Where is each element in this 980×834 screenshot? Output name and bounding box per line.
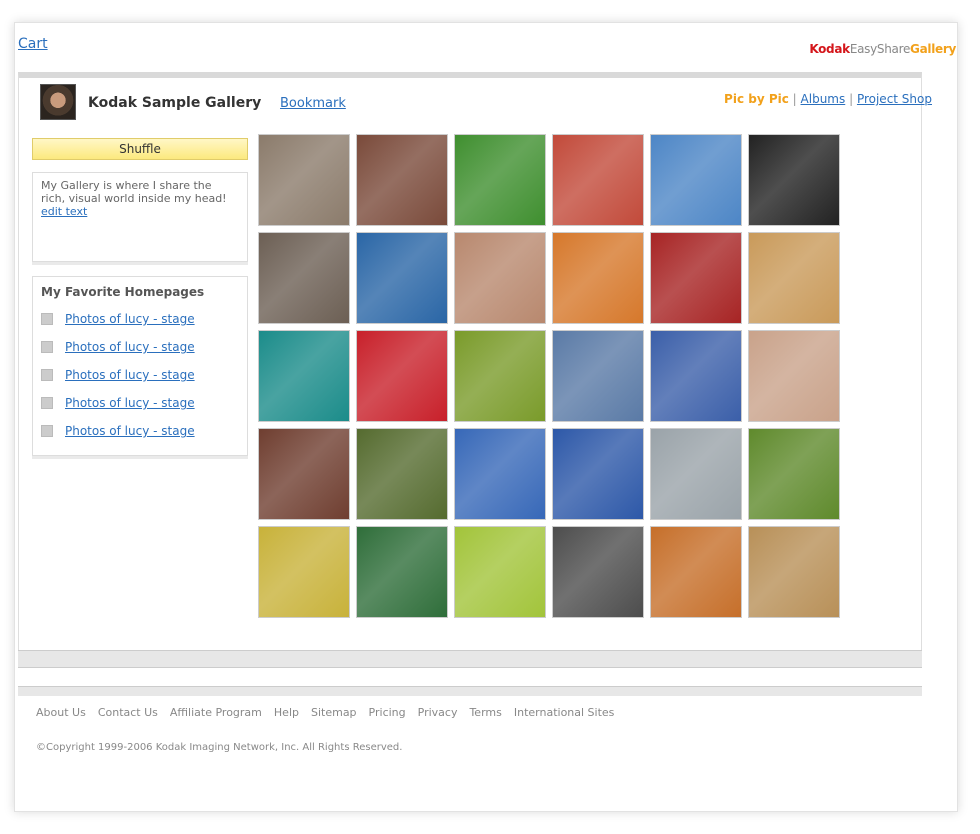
view-separator: | bbox=[849, 92, 857, 106]
footer-link[interactable]: Affiliate Program bbox=[170, 706, 262, 719]
red-flower-photo[interactable] bbox=[454, 134, 546, 226]
shuffle-button[interactable]: Shuffle bbox=[32, 138, 248, 160]
lake-photo[interactable] bbox=[356, 232, 448, 324]
footer-link[interactable]: Help bbox=[274, 706, 299, 719]
footer-link[interactable]: Terms bbox=[469, 706, 501, 719]
view-pic-by-pic[interactable]: Pic by Pic bbox=[724, 92, 789, 106]
favorites-box: My Favorite Homepages Photos of lucy - s… bbox=[32, 276, 248, 456]
footer-link[interactable]: Sitemap bbox=[311, 706, 357, 719]
page-icon bbox=[41, 341, 53, 353]
jeans-photo[interactable] bbox=[552, 330, 644, 422]
favorite-link[interactable]: Photos of lucy - stage bbox=[65, 424, 195, 438]
brand-kodak: Kodak bbox=[809, 42, 850, 56]
footer-link[interactable]: International Sites bbox=[514, 706, 615, 719]
view-project-shop-link[interactable]: Project Shop bbox=[857, 92, 932, 106]
moss-photo[interactable] bbox=[748, 428, 840, 520]
favorite-link[interactable]: Photos of lucy - stage bbox=[65, 312, 195, 326]
cats-photo[interactable] bbox=[258, 134, 350, 226]
statue-photo[interactable] bbox=[356, 428, 448, 520]
footer-link[interactable]: Pricing bbox=[369, 706, 406, 719]
avatar bbox=[40, 84, 76, 120]
footer-band bbox=[18, 686, 922, 696]
orange-sculpture-photo[interactable] bbox=[552, 232, 644, 324]
people-helmet-photo[interactable] bbox=[552, 134, 644, 226]
footer-link[interactable]: About Us bbox=[36, 706, 86, 719]
about-text: My Gallery is where I share the rich, vi… bbox=[41, 179, 227, 205]
grey-panel-photo[interactable] bbox=[650, 428, 742, 520]
view-albums-link[interactable]: Albums bbox=[801, 92, 846, 106]
yellow-blue-photo[interactable] bbox=[258, 526, 350, 618]
car-interior-photo[interactable] bbox=[748, 134, 840, 226]
tree-sky-photo[interactable] bbox=[650, 330, 742, 422]
cart-link[interactable]: Cart bbox=[18, 36, 48, 52]
face-closeup-photo[interactable] bbox=[748, 330, 840, 422]
favorite-link[interactable]: Photos of lucy - stage bbox=[65, 340, 195, 354]
footer-links: About Us Contact Us Affiliate Program Help S… bbox=[36, 706, 626, 719]
machine-2-photo[interactable] bbox=[748, 526, 840, 618]
about-box: My Gallery is where I share the rich, vi… bbox=[32, 172, 248, 262]
favorite-link[interactable]: Photos of lucy - stage bbox=[65, 396, 195, 410]
favorite-item: Photos of lucy - stage bbox=[41, 305, 239, 333]
view-separator: | bbox=[792, 92, 801, 106]
bookmark-link[interactable]: Bookmark bbox=[280, 96, 346, 111]
footer-link[interactable]: Contact Us bbox=[98, 706, 158, 719]
bearded-man-photo[interactable] bbox=[454, 428, 546, 520]
page-icon bbox=[41, 369, 53, 381]
brand-easyshare: EasyShare bbox=[849, 42, 911, 56]
brand-gallery: Gallery bbox=[910, 42, 956, 56]
page-icon bbox=[41, 425, 53, 437]
dark-leaves-photo[interactable] bbox=[356, 526, 448, 618]
light-streak-photo[interactable] bbox=[552, 526, 644, 618]
room-photo[interactable] bbox=[258, 232, 350, 324]
machine-photo[interactable] bbox=[748, 232, 840, 324]
favorite-item: Photos of lucy - stage bbox=[41, 361, 239, 389]
favorites-title: My Favorite Homepages bbox=[41, 285, 205, 299]
photo-grid bbox=[258, 134, 840, 618]
person-hallway-photo[interactable] bbox=[356, 134, 448, 226]
panel-bottom-bar bbox=[18, 650, 922, 668]
view-switcher: Pic by Pic | Albums | Project Shop bbox=[724, 92, 932, 106]
edit-text-link[interactable]: edit text bbox=[41, 205, 87, 218]
person-hallway-2-photo[interactable] bbox=[258, 428, 350, 520]
kodak-easyshare-logo: KodakEasyShareGallery bbox=[809, 42, 956, 56]
page-icon bbox=[41, 397, 53, 409]
letter-u-photo[interactable] bbox=[356, 330, 448, 422]
favorite-item: Photos of lucy - stage bbox=[41, 333, 239, 361]
tree-sky-2-photo[interactable] bbox=[552, 428, 644, 520]
gallery-title: Kodak Sample Gallery bbox=[88, 95, 262, 111]
teal-light-photo[interactable] bbox=[258, 330, 350, 422]
red-car-photo[interactable] bbox=[650, 232, 742, 324]
favorite-item: Photos of lucy - stage bbox=[41, 417, 239, 445]
green-texture-photo[interactable] bbox=[454, 330, 546, 422]
favorite-item: Photos of lucy - stage bbox=[41, 389, 239, 417]
woman-portrait-photo[interactable] bbox=[650, 134, 742, 226]
green-sun-photo[interactable] bbox=[454, 526, 546, 618]
favorite-link[interactable]: Photos of lucy - stage bbox=[65, 368, 195, 382]
orange-sculpture-2-photo[interactable] bbox=[650, 526, 742, 618]
copyright-text: ©Copyright 1999-2006 Kodak Imaging Netwo… bbox=[36, 742, 403, 753]
footer-link[interactable]: Privacy bbox=[418, 706, 458, 719]
page-icon bbox=[41, 313, 53, 325]
woman-hands-photo[interactable] bbox=[454, 232, 546, 324]
